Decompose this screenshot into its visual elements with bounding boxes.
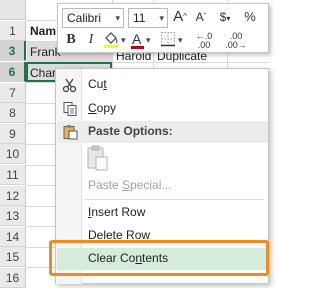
menu-item-insert-row[interactable]: Insert Row [57,202,268,224]
decrease-decimal-button[interactable]: .00 .00→ [222,32,250,50]
row-header[interactable]: 14 [0,227,26,247]
select-all-corner[interactable] [0,0,26,20]
row-header[interactable]: 1 [0,21,26,41]
chevron-down-icon[interactable]: ▾ [159,9,164,28]
menu-item-label: Insert Row [88,205,146,219]
font-color-button[interactable]: A ▾ [130,31,156,51]
font-name-value: Calibri [67,11,102,25]
borders-icon [161,32,175,47]
scissors-icon [61,77,79,93]
font-color-swatch [131,46,144,49]
currency-button[interactable]: $▾ [212,8,238,28]
increase-decimal-button[interactable]: ←.0 .00 [190,32,218,50]
clipboard-icon [87,145,108,171]
row-header[interactable]: 7 [0,83,26,103]
grow-font-icon: A [173,8,184,25]
highlight-callout [49,240,269,276]
paste-option-button[interactable] [84,144,112,172]
menu-item-label: Cut [88,77,107,91]
borders-button[interactable]: ▾ [160,31,186,51]
row-header-selected[interactable]: 3 [0,41,26,61]
row-header[interactable]: 13 [0,206,26,226]
paste-options-header: Paste Options: [57,121,268,143]
row-header[interactable]: 8 [0,103,26,123]
menu-item-label: Copy [88,101,117,115]
row-header-selected[interactable]: 6 [0,62,26,82]
italic-button[interactable]: I [82,31,100,51]
font-size-box[interactable]: 11 ▾ [128,8,168,28]
menu-item-paste-special[interactable]: Paste Special... [57,175,268,197]
row-header[interactable]: 12 [0,186,26,206]
menu-item-partial[interactable] [57,277,268,284]
bold-button[interactable]: B [62,31,80,51]
copy-icon [61,101,79,117]
font-color-icon: A [132,31,142,47]
mini-toolbar: Calibri ▾ 11 ▾ A^ Aˇ $▾ % B I ▾ A ▾ ▾ ←.… [57,3,269,53]
shrink-font-button[interactable]: Aˇ [191,8,211,28]
row-header[interactable]: 9 [0,124,26,144]
paste-options-label: Paste Options: [88,124,173,138]
fill-color-button[interactable]: ▾ [102,31,128,51]
paste-icon [61,124,79,140]
grow-font-button[interactable]: A^ [170,8,190,28]
row-header[interactable]: 16 [0,268,26,288]
shrink-font-icon: A [195,10,204,24]
menu-separator [84,199,264,200]
row-header[interactable]: 11 [0,165,26,185]
row-header[interactable]: 10 [0,144,26,164]
menu-item-cut[interactable]: Cut [57,74,268,96]
percent-icon: % [244,9,256,24]
header-cell[interactable]: Nam [27,21,57,41]
font-size-value: 11 [133,11,146,25]
percent-button[interactable]: % [240,8,260,28]
menu-item-copy[interactable]: Copy [57,98,268,120]
decrease-decimal-icon: .00→ [225,40,247,50]
menu-item-label: Paste Special... [88,178,172,192]
font-name-box[interactable]: Calibri ▾ [62,8,124,28]
paint-bucket-icon [104,32,118,48]
chevron-down-icon[interactable]: ▾ [115,9,120,28]
row-header[interactable]: 15 [0,247,26,267]
